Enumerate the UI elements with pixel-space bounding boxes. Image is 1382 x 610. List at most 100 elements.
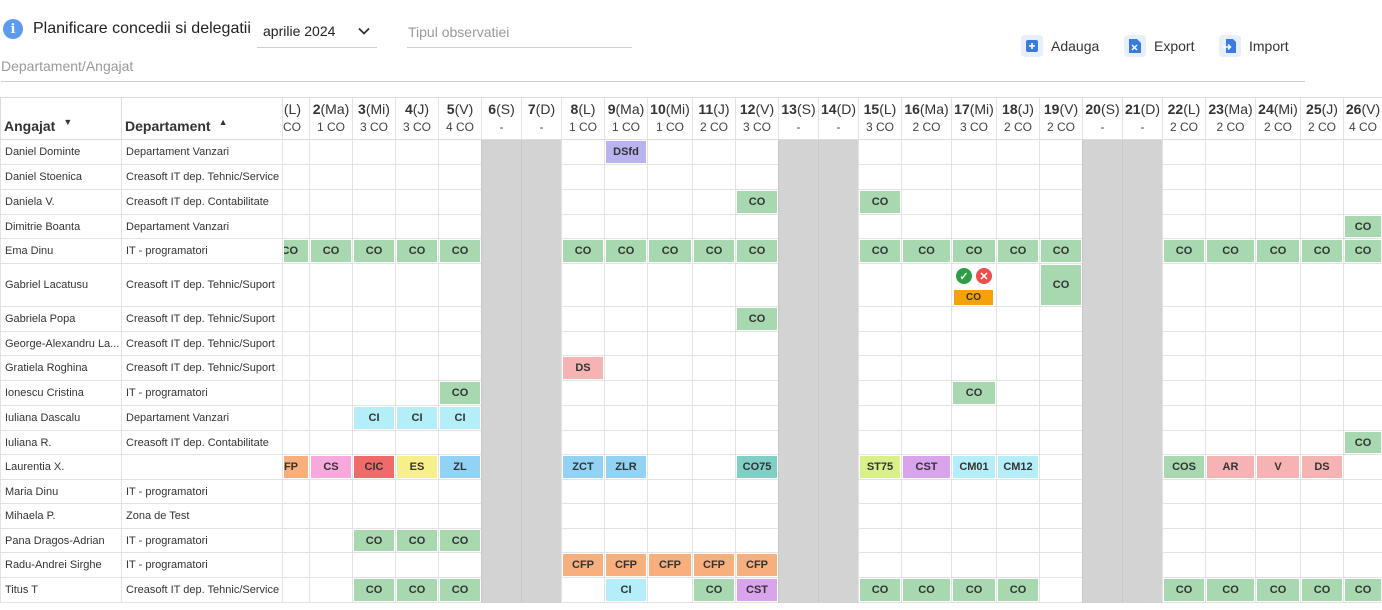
export-button[interactable]: Export <box>1124 35 1194 57</box>
day-cell[interactable] <box>1255 140 1300 165</box>
day-cell[interactable]: CO <box>735 239 778 264</box>
day-cell[interactable]: CO <box>352 239 395 264</box>
leave-badge[interactable]: CFP <box>284 456 308 478</box>
day-cell[interactable]: CO <box>735 307 778 332</box>
day-cell[interactable] <box>996 165 1039 190</box>
leave-badge[interactable]: CO <box>1164 240 1204 262</box>
employee-name[interactable]: Daniel Dominte <box>0 140 121 165</box>
day-cell[interactable] <box>692 406 735 431</box>
leave-badge[interactable]: CO <box>354 579 394 601</box>
observation-type-input[interactable] <box>407 16 632 48</box>
day-cell[interactable] <box>604 529 647 553</box>
day-cell[interactable] <box>996 381 1039 406</box>
day-cell[interactable]: CO <box>901 239 951 264</box>
leave-badge[interactable]: CO <box>860 240 900 262</box>
day-cell[interactable]: AR <box>1205 455 1255 480</box>
day-cell[interactable] <box>1205 165 1255 190</box>
day-cell[interactable]: CO <box>352 529 395 553</box>
day-cell[interactable] <box>438 553 481 578</box>
day-cell[interactable] <box>858 356 901 381</box>
day-cell[interactable] <box>647 504 692 529</box>
day-cell[interactable] <box>1205 356 1255 381</box>
day-cell[interactable] <box>282 553 309 578</box>
day-cell[interactable] <box>1162 431 1205 455</box>
day-cell[interactable] <box>951 307 996 332</box>
day-cell[interactable] <box>1039 190 1082 215</box>
day-cell[interactable]: CO <box>1162 239 1205 264</box>
day-cell[interactable] <box>996 431 1039 455</box>
day-cell[interactable] <box>1343 307 1382 332</box>
leave-badge[interactable]: CO <box>440 530 480 551</box>
day-cell[interactable] <box>395 140 438 165</box>
day-cell[interactable] <box>692 504 735 529</box>
leave-badge[interactable]: CST <box>903 456 950 478</box>
day-cell[interactable] <box>996 553 1039 578</box>
day-cell[interactable] <box>352 431 395 455</box>
day-cell[interactable] <box>1343 504 1382 529</box>
day-cell[interactable] <box>1343 553 1382 578</box>
day-cell[interactable]: ES <box>395 455 438 480</box>
day-cell[interactable] <box>309 480 352 504</box>
day-cell[interactable]: CO <box>951 239 996 264</box>
day-cell[interactable] <box>692 455 735 480</box>
day-cell[interactable] <box>1300 140 1343 165</box>
day-cell[interactable] <box>1343 406 1382 431</box>
leave-badge[interactable]: CO <box>953 382 995 404</box>
leave-badge[interactable]: CI <box>606 579 646 601</box>
day-cell[interactable] <box>561 165 604 190</box>
day-cell[interactable] <box>692 190 735 215</box>
day-cell[interactable] <box>692 215 735 239</box>
day-cell[interactable] <box>561 578 604 603</box>
day-cell[interactable]: CO <box>951 381 996 406</box>
day-cell[interactable] <box>996 504 1039 529</box>
day-cell[interactable] <box>604 332 647 356</box>
day-cell[interactable]: CO <box>1300 578 1343 603</box>
leave-badge[interactable]: CO <box>440 240 480 262</box>
day-cell[interactable] <box>352 264 395 307</box>
day-cell[interactable] <box>996 406 1039 431</box>
day-cell[interactable]: CM01 <box>951 455 996 480</box>
leave-badge[interactable]: CO <box>1345 432 1381 453</box>
employee-column-header[interactable]: Angajat ▼ <box>0 97 121 140</box>
day-cell[interactable] <box>395 381 438 406</box>
day-cell[interactable] <box>309 332 352 356</box>
day-cell[interactable] <box>1039 140 1082 165</box>
day-cell[interactable] <box>1300 356 1343 381</box>
employee-name[interactable]: Titus T <box>0 578 121 603</box>
day-cell[interactable] <box>1343 381 1382 406</box>
leave-badge[interactable]: ST75 <box>860 456 900 478</box>
day-cell[interactable]: CFP <box>604 553 647 578</box>
day-cell[interactable] <box>951 332 996 356</box>
day-cell[interactable]: CO75 <box>735 455 778 480</box>
day-cell[interactable]: CO <box>438 529 481 553</box>
day-cell[interactable] <box>1205 190 1255 215</box>
leave-badge[interactable]: CFP <box>606 554 646 576</box>
day-cell[interactable] <box>901 381 951 406</box>
day-cell[interactable]: CO <box>692 578 735 603</box>
day-cell[interactable]: CO <box>858 190 901 215</box>
day-cell[interactable] <box>282 480 309 504</box>
day-cell[interactable]: CO <box>951 578 996 603</box>
day-cell[interactable] <box>901 264 951 307</box>
leave-badge[interactable]: CO <box>354 240 394 262</box>
day-cell[interactable] <box>647 165 692 190</box>
day-cell[interactable] <box>561 215 604 239</box>
day-cell[interactable]: DS <box>561 356 604 381</box>
day-cell[interactable] <box>282 264 309 307</box>
leave-badge[interactable]: CO <box>1164 579 1204 601</box>
leave-badge[interactable]: CO <box>606 240 646 262</box>
day-cell[interactable] <box>1300 264 1343 307</box>
day-cell[interactable] <box>735 406 778 431</box>
day-cell[interactable] <box>1300 190 1343 215</box>
day-cell[interactable] <box>735 165 778 190</box>
day-cell[interactable]: CO <box>395 578 438 603</box>
leave-badge[interactable]: CO <box>694 579 734 601</box>
day-cell[interactable] <box>561 480 604 504</box>
day-cell[interactable] <box>561 332 604 356</box>
department-employee-filter-input[interactable] <box>1 50 1305 82</box>
day-cell[interactable] <box>951 356 996 381</box>
day-cell[interactable] <box>901 480 951 504</box>
day-cell[interactable] <box>735 356 778 381</box>
day-cell[interactable] <box>309 406 352 431</box>
day-cell[interactable] <box>352 332 395 356</box>
